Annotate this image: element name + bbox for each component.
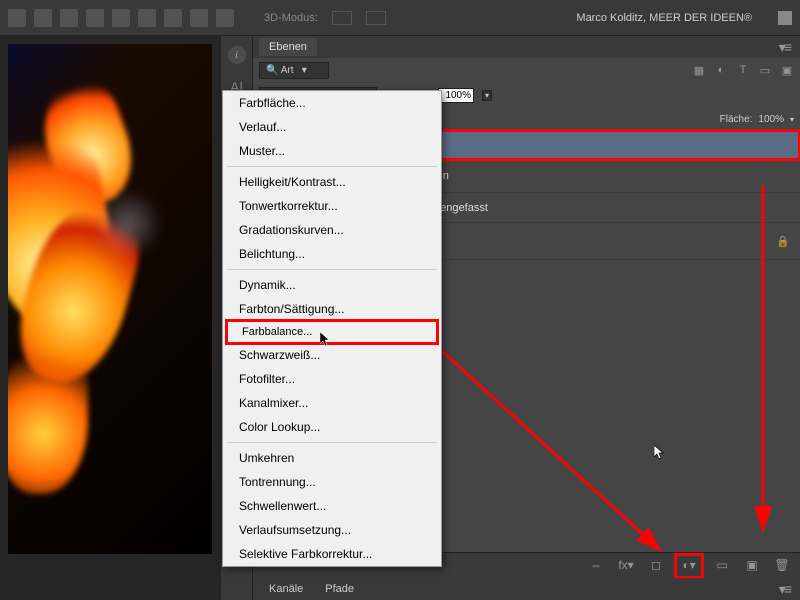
new-adjustment-layer-button[interactable]: ◐▾ xyxy=(674,553,704,579)
menu-item-colorlookup[interactable]: Color Lookup... xyxy=(223,415,441,439)
user-label: Marco Kolditz, MEER DER IDEEN® xyxy=(576,12,762,24)
filter-type-icon[interactable]: T xyxy=(736,64,750,78)
canvas-area[interactable] xyxy=(0,36,220,600)
tool-option-icon[interactable] xyxy=(164,9,182,27)
tool-option-icon[interactable] xyxy=(216,9,234,27)
link-layers-icon[interactable]: ⇔ xyxy=(588,558,604,574)
canvas[interactable] xyxy=(8,44,212,554)
menu-item-levels[interactable]: Tonwertkorrektur... xyxy=(223,194,441,218)
menu-item-curves[interactable]: Gradationskurven... xyxy=(223,218,441,242)
menu-item-invert[interactable]: Umkehren xyxy=(223,446,441,470)
fill-label: Fläche: xyxy=(720,114,753,125)
mode-3d-box[interactable] xyxy=(332,11,352,25)
tool-option-icon[interactable] xyxy=(60,9,78,27)
tool-option-icon[interactable] xyxy=(34,9,52,27)
menu-item-hue-sat[interactable]: Farbton/Sättigung... xyxy=(223,297,441,321)
cursor-icon xyxy=(320,332,332,348)
menu-item-bw[interactable]: Schwarzweiß... xyxy=(223,343,441,367)
layers-tab[interactable]: Ebenen xyxy=(259,38,317,56)
adjustment-context-menu: Farbfläche... Verlauf... Muster... Helli… xyxy=(222,90,442,567)
menu-item-posterize[interactable]: Tontrennung... xyxy=(223,470,441,494)
tool-option-icon[interactable] xyxy=(8,9,26,27)
adjustment-circle-icon: ◐▾ xyxy=(681,558,697,574)
cursor-icon xyxy=(654,445,666,461)
menu-item-photofilter[interactable]: Fotofilter... xyxy=(223,367,441,391)
channels-tab[interactable]: Kanäle xyxy=(259,581,313,597)
menu-item-solid-color[interactable]: Farbfläche... xyxy=(223,91,441,115)
workspace-icon[interactable] xyxy=(778,11,792,25)
menu-item-vibrance[interactable]: Dynamik... xyxy=(223,273,441,297)
filter-pixel-icon[interactable]: ▦ xyxy=(692,64,706,78)
opacity-input[interactable]: 100% xyxy=(438,88,474,103)
new-layer-icon[interactable]: ▣ xyxy=(744,558,760,574)
layer-mask-icon[interactable]: ◻ xyxy=(648,558,664,574)
menu-item-threshold[interactable]: Schwellenwert... xyxy=(223,494,441,518)
menu-item-gradmap[interactable]: Verlaufsumsetzung... xyxy=(223,518,441,542)
tool-option-icon[interactable] xyxy=(138,9,156,27)
panel-menu-icon[interactable]: ▾≡ xyxy=(779,581,794,598)
options-bar: 3D-Modus: Marco Kolditz, MEER DER IDEEN® xyxy=(0,0,800,36)
menu-item-color-balance[interactable]: Farbbalance... xyxy=(225,319,439,345)
paths-tab[interactable]: Pfade xyxy=(315,581,364,597)
layer-fx-icon[interactable]: fx▾ xyxy=(618,558,634,574)
menu-item-channelmixer[interactable]: Kanalmixer... xyxy=(223,391,441,415)
layer-filter-select[interactable]: 🔍 Art ▾ xyxy=(259,62,329,79)
menu-item-brightness[interactable]: Helligkeit/Kontrast... xyxy=(223,170,441,194)
tool-option-icon[interactable] xyxy=(190,9,208,27)
menu-item-pattern[interactable]: Muster... xyxy=(223,139,441,163)
delete-layer-icon[interactable]: 🗑 xyxy=(774,558,790,574)
mode-3d-label: 3D-Modus: xyxy=(264,12,318,24)
menu-item-gradient[interactable]: Verlauf... xyxy=(223,115,441,139)
menu-item-selective[interactable]: Selektive Farbkorrektur... xyxy=(223,542,441,566)
new-group-icon[interactable]: ▭ xyxy=(714,558,730,574)
lock-icon: 🔒 xyxy=(776,235,790,248)
filter-smart-icon[interactable]: ▣ xyxy=(780,64,794,78)
tool-option-icon[interactable] xyxy=(112,9,130,27)
opacity-dropdown[interactable]: ▾ xyxy=(482,90,492,101)
info-panel-icon[interactable]: i xyxy=(228,46,246,64)
menu-item-exposure[interactable]: Belichtung... xyxy=(223,242,441,266)
tool-options-icons xyxy=(8,9,234,27)
fill-value[interactable]: 100% xyxy=(758,114,784,125)
tool-option-icon[interactable] xyxy=(86,9,104,27)
filter-adjust-icon[interactable]: ◐ xyxy=(714,64,728,78)
panel-menu-icon[interactable]: ▾≡ xyxy=(779,39,794,56)
filter-shape-icon[interactable]: ▭ xyxy=(758,64,772,78)
mode-3d-box[interactable] xyxy=(366,11,386,25)
